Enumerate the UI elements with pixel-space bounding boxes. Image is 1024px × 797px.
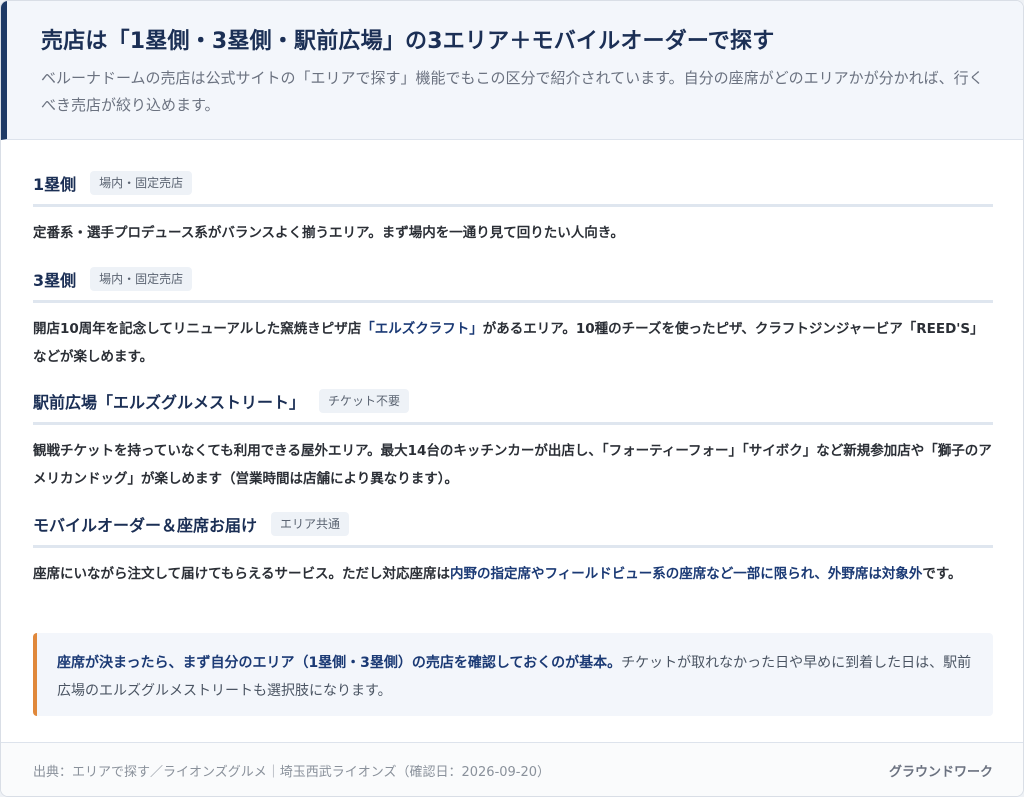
section-divider (33, 545, 993, 548)
section-text: 定番系・選手プロデュース系がバランスよく揃うエリア。まず場内を一通り見て回りたい… (33, 225, 625, 241)
tip-callout: 座席が決まったら、まず自分のエリア（1塁側・3塁側）の売店を確認しておくのが基本… (33, 633, 993, 716)
section-tag: エリア共通 (271, 512, 350, 536)
section-text: 座席にいながら注文して届けてもらえるサービス。ただし対応座席は内野の指定席やフィ… (33, 560, 993, 588)
section-title: 1塁側 (33, 175, 77, 194)
article-card: 売店は「1塁側・3塁側・駅前広場」の3エリア＋モバイルオーダーで探す ベルーナド… (0, 0, 1024, 797)
lead-text: ベルーナドームの売店は公式サイトの「エリアで探す」機能でもこの区分で紹介されてい… (41, 69, 984, 114)
section-tag: 場内・固定売店 (90, 171, 193, 195)
section-title: 3塁側 (33, 271, 77, 290)
section-text-highlight: 「エルズクラフト」 (361, 321, 483, 337)
section-text-part: 開店10周年を記念してリニューアルした窯焼きピザ店 (33, 321, 362, 337)
section-title: 駅前広場「エルズグルメストリート」 (33, 393, 306, 412)
section-tag: 場内・固定売店 (90, 267, 193, 291)
source-citation: 出典：エリアで探す／ライオンズグルメ｜埼玉西武ライオンズ（確認日：2026-09… (33, 765, 551, 780)
section-3b-side: 3塁側 場内・固定売店 開店10周年を記念してリニューアルした窯焼きピザ店「エル… (33, 262, 993, 371)
section-text: 観戦チケットを持っていなくても利用できる屋外エリア。最大14台のキッチンカーが出… (33, 443, 992, 487)
section-divider (33, 422, 993, 425)
section-text-highlight: 内野の指定席やフィールドビュー系の座席など一部に限られ、外野席は対象外 (450, 566, 923, 582)
brand-name: グラウンドワーク (888, 765, 993, 780)
section-mobile-order: モバイルオーダー＆座席お届け エリア共通 座席にいながら注文して届けてもらえるサ… (33, 507, 993, 588)
section-divider (33, 300, 993, 303)
section-text: 開店10周年を記念してリニューアルした窯焼きピザ店「エルズクラフト」があるエリア… (33, 315, 993, 371)
section-station-plaza: 駅前広場「エルズグルメストリート」 チケット不要 観戦チケットを持っていなくても… (33, 384, 993, 493)
section-1b-side: 1塁側 場内・固定売店 定番系・選手プロデュース系がバランスよく揃うエリア。まず… (33, 166, 993, 247)
callout-strong: 座席が決まったら、まず自分のエリア（1塁側・3塁側）の売店を確認しておくのが基本… (57, 655, 622, 671)
page-title: 売店は「1塁側・3塁側・駅前広場」の3エリア＋モバイルオーダーで探す (41, 29, 775, 54)
section-text-part: です。 (922, 566, 962, 582)
section-tag: チケット不要 (319, 389, 410, 413)
section-text-part: 座席にいながら注文して届けてもらえるサービス。ただし対応座席は (33, 566, 451, 582)
section-divider (33, 204, 993, 207)
section-title: モバイルオーダー＆座席お届け (33, 516, 258, 535)
footer: 出典：エリアで探す／ライオンズグルメ｜埼玉西武ライオンズ（確認日：2026-09… (1, 742, 1023, 796)
article-header: 売店は「1塁側・3塁側・駅前広場」の3エリア＋モバイルオーダーで探す ベルーナド… (1, 1, 1023, 140)
